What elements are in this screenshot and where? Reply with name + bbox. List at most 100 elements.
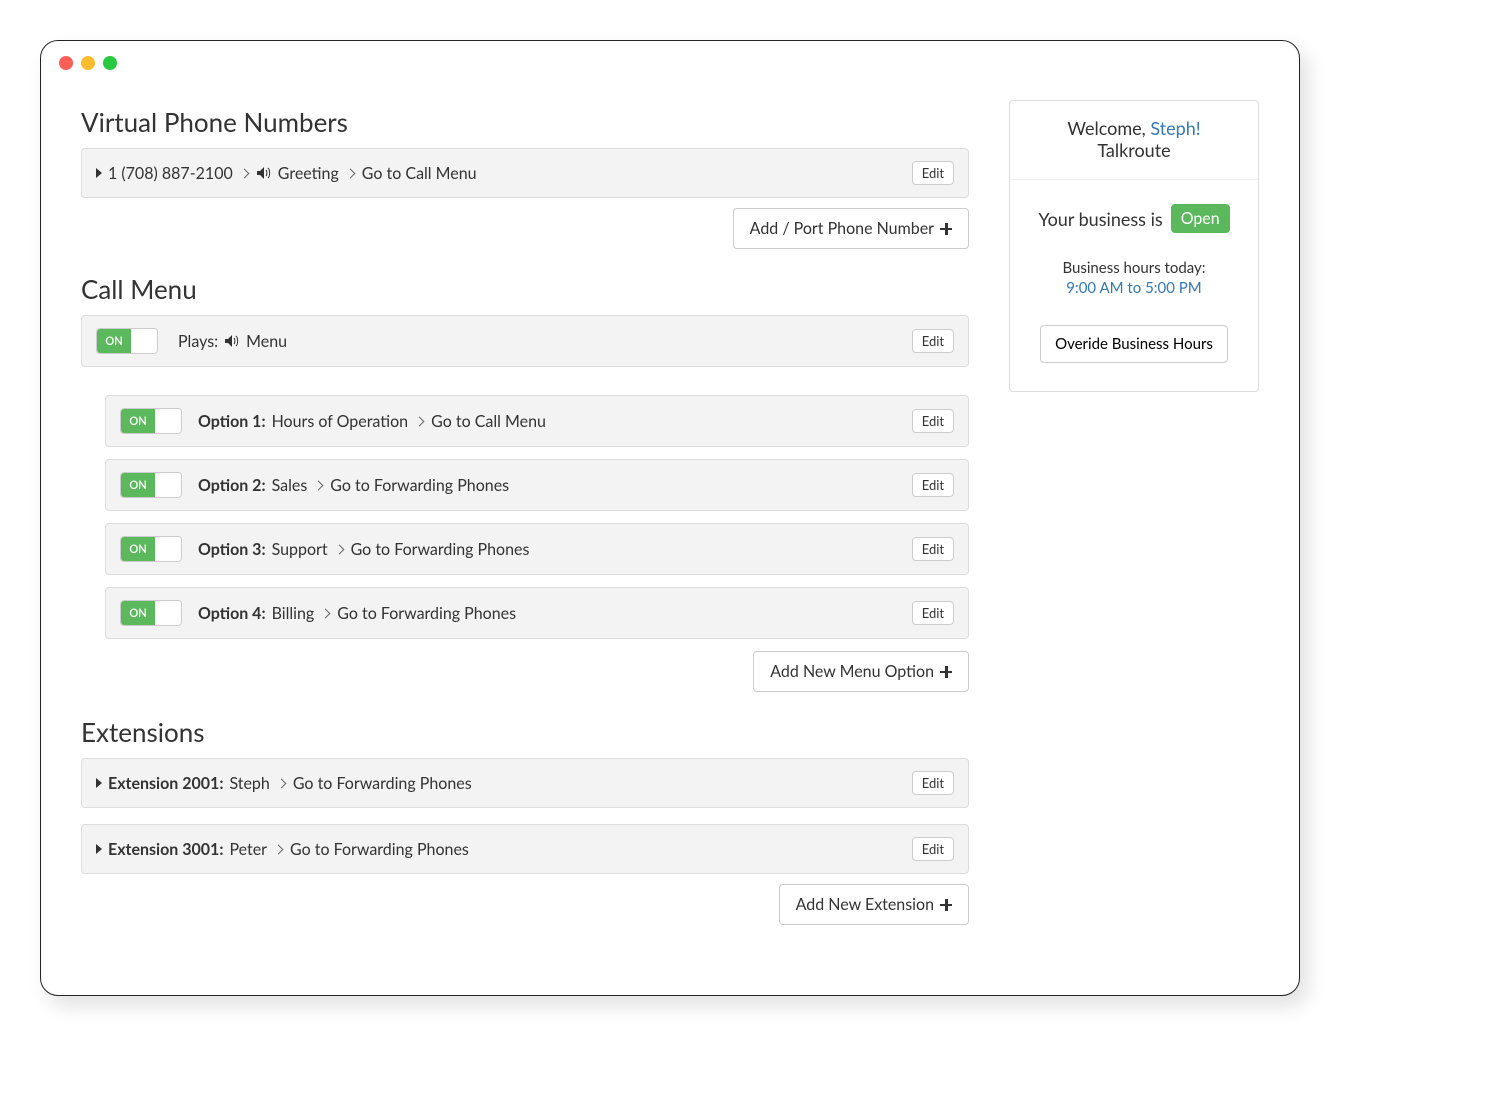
- window-minimize-icon[interactable]: [81, 56, 95, 70]
- toggle-knob: [155, 409, 181, 433]
- option-toggle[interactable]: ON: [120, 536, 182, 562]
- edit-button[interactable]: Edit: [912, 409, 954, 433]
- toggle-knob: [155, 601, 181, 625]
- option-number-label: Option 2:: [198, 476, 266, 495]
- chevron-right-icon: [345, 168, 355, 178]
- virtual-number-row[interactable]: 1 (708) 887-2100 Greeting Go to Call Men…: [81, 148, 969, 198]
- welcome-card: Welcome, Steph! Talkroute Your business …: [1009, 100, 1259, 392]
- toggle-on-label: ON: [121, 537, 155, 561]
- toggle-knob: [131, 329, 157, 353]
- extension-label: Extension 3001:: [108, 840, 223, 859]
- chevron-right-icon: [321, 608, 331, 618]
- extension-dest: Go to Forwarding Phones: [290, 840, 469, 859]
- option-name: Support: [272, 540, 328, 559]
- override-business-hours-button[interactable]: Overide Business Hours: [1040, 325, 1228, 363]
- option-dest: Go to Forwarding Phones: [351, 540, 530, 559]
- extension-row[interactable]: Extension 3001: Peter Go to Forwarding P…: [81, 824, 969, 874]
- add-phone-number-label: Add / Port Phone Number: [750, 219, 934, 238]
- window-maximize-icon[interactable]: [103, 56, 117, 70]
- toggle-on-label: ON: [121, 601, 155, 625]
- add-extension-button[interactable]: Add New Extension: [779, 884, 969, 925]
- caret-right-icon: [96, 168, 102, 178]
- add-menu-option-label: Add New Menu Option: [770, 662, 934, 681]
- option-flow: Option 2: Sales Go to Forwarding Phones: [198, 476, 906, 495]
- chevron-right-icon: [276, 778, 286, 788]
- edit-button[interactable]: Edit: [912, 161, 954, 185]
- toggle-on-label: ON: [121, 473, 155, 497]
- business-status-prefix: Your business is: [1038, 208, 1162, 230]
- option-flow: Option 4: Billing Go to Forwarding Phone…: [198, 604, 906, 623]
- add-menu-option-button[interactable]: Add New Menu Option: [753, 651, 969, 692]
- option-name: Hours of Operation: [272, 412, 409, 431]
- welcome-user[interactable]: Steph!: [1150, 117, 1200, 139]
- extension-name: Peter: [229, 840, 267, 859]
- option-name: Sales: [272, 476, 308, 495]
- option-dest: Go to Forwarding Phones: [330, 476, 509, 495]
- chevron-right-icon: [314, 480, 324, 490]
- company-name: Talkroute: [1024, 139, 1244, 161]
- option-toggle[interactable]: ON: [120, 472, 182, 498]
- option-dest: Go to Forwarding Phones: [337, 604, 516, 623]
- caret-right-icon: [96, 778, 102, 788]
- business-hours-label: Business hours today:: [1024, 259, 1244, 277]
- welcome-header: Welcome, Steph! Talkroute: [1010, 101, 1258, 180]
- edit-button[interactable]: Edit: [912, 837, 954, 861]
- option-number-label: Option 3:: [198, 540, 266, 559]
- phone-number-text: 1 (708) 887-2100: [108, 164, 233, 183]
- option-toggle[interactable]: ON: [120, 600, 182, 626]
- call-menu-heading: Call Menu: [81, 273, 969, 305]
- call-menu-option-row: ON Option 2: Sales Go to Forwarding Phon…: [105, 459, 969, 511]
- plus-icon: [940, 899, 952, 911]
- speaker-icon: [256, 166, 272, 180]
- extension-flow: Extension 3001: Peter Go to Forwarding P…: [96, 840, 906, 859]
- chevron-right-icon: [274, 844, 284, 854]
- call-menu-option-row: ON Option 4: Billing Go to Forwarding Ph…: [105, 587, 969, 639]
- window-titlebar: [41, 41, 1299, 70]
- extension-flow: Extension 2001: Steph Go to Forwarding P…: [96, 774, 906, 793]
- chevron-right-icon: [334, 544, 344, 554]
- open-status-badge: Open: [1171, 204, 1230, 233]
- option-flow: Option 1: Hours of Operation Go to Call …: [198, 412, 906, 431]
- window-close-icon[interactable]: [59, 56, 73, 70]
- call-menu-option-row: ON Option 1: Hours of Operation Go to Ca…: [105, 395, 969, 447]
- call-menu-flow: Plays: Menu: [178, 332, 906, 351]
- call-menu-main-row: ON Plays: Menu Edit: [81, 315, 969, 367]
- main-column: Virtual Phone Numbers 1 (708) 887-2100 G…: [81, 100, 969, 925]
- caret-right-icon: [96, 844, 102, 854]
- call-menu-option-row: ON Option 3: Support Go to Forwarding Ph…: [105, 523, 969, 575]
- plays-label: Plays:: [178, 332, 218, 351]
- speaker-icon: [224, 334, 240, 348]
- extension-row[interactable]: Extension 2001: Steph Go to Forwarding P…: [81, 758, 969, 808]
- extension-name: Steph: [229, 774, 269, 793]
- edit-button[interactable]: Edit: [912, 473, 954, 497]
- toggle-on-label: ON: [121, 409, 155, 433]
- add-extension-label: Add New Extension: [796, 895, 934, 914]
- option-flow: Option 3: Support Go to Forwarding Phone…: [198, 540, 906, 559]
- option-number-label: Option 1:: [198, 412, 266, 431]
- welcome-body: Your business is Open Business hours tod…: [1010, 180, 1258, 391]
- app-window: Virtual Phone Numbers 1 (708) 887-2100 G…: [40, 40, 1300, 996]
- business-status-line: Your business is Open: [1024, 204, 1244, 233]
- edit-button[interactable]: Edit: [912, 601, 954, 625]
- toggle-knob: [155, 537, 181, 561]
- extension-label: Extension 2001:: [108, 774, 223, 793]
- business-hours-link[interactable]: 9:00 AM to 5:00 PM: [1024, 279, 1244, 297]
- option-toggle[interactable]: ON: [120, 408, 182, 434]
- virtual-number-flow: 1 (708) 887-2100 Greeting Go to Call Men…: [96, 164, 906, 183]
- chevron-right-icon: [415, 416, 425, 426]
- content-area: Virtual Phone Numbers 1 (708) 887-2100 G…: [41, 70, 1299, 995]
- edit-button[interactable]: Edit: [912, 329, 954, 353]
- edit-button[interactable]: Edit: [912, 537, 954, 561]
- option-dest: Go to Call Menu: [431, 412, 546, 431]
- plus-icon: [940, 223, 952, 235]
- toggle-knob: [155, 473, 181, 497]
- menu-label: Menu: [246, 332, 287, 351]
- option-name: Billing: [272, 604, 315, 623]
- edit-button[interactable]: Edit: [912, 771, 954, 795]
- call-menu-toggle[interactable]: ON: [96, 328, 158, 354]
- option-number-label: Option 4:: [198, 604, 266, 623]
- extension-dest: Go to Forwarding Phones: [293, 774, 472, 793]
- welcome-prefix: Welcome,: [1067, 117, 1150, 139]
- add-phone-number-button[interactable]: Add / Port Phone Number: [733, 208, 969, 249]
- extensions-heading: Extensions: [81, 716, 969, 748]
